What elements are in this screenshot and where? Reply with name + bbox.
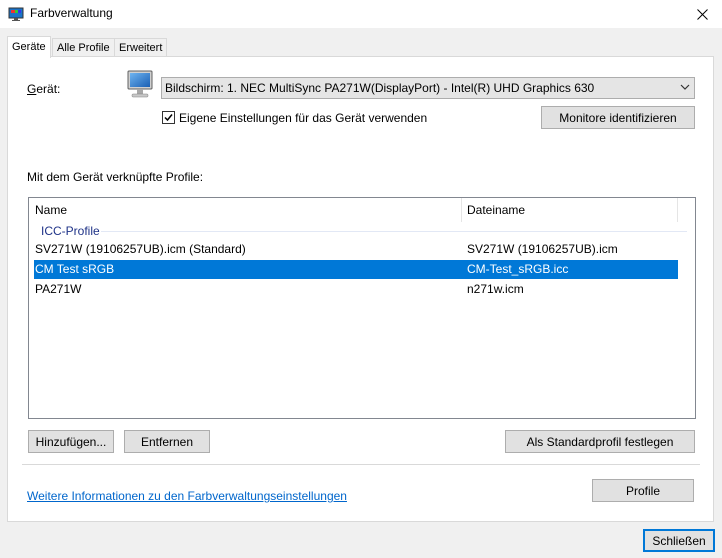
use-own-settings-checkbox[interactable] xyxy=(162,111,175,124)
profile-name: PA271W xyxy=(35,282,82,296)
chevron-down-icon xyxy=(680,84,690,90)
group-label-icc: ICC-Profile xyxy=(41,224,100,238)
profiles-list[interactable]: Name Dateiname ICC-Profile SV271W (19106… xyxy=(28,197,696,419)
remove-profile-button[interactable]: Entfernen xyxy=(124,430,210,453)
checkmark-icon xyxy=(164,114,173,122)
profile-filename: n271w.icm xyxy=(467,282,524,296)
table-row[interactable]: SV271W (19106257UB).icm (Standard) SV271… xyxy=(34,240,678,259)
column-header-name[interactable]: Name xyxy=(29,198,461,222)
device-select[interactable]: Bildschirm: 1. NEC MultiSync PA271W(Disp… xyxy=(161,77,695,99)
tab-geraete[interactable]: Geräte xyxy=(7,36,51,58)
use-own-settings-label[interactable]: Eigene Einstellungen für das Gerät verwe… xyxy=(179,111,427,125)
monitor-icon xyxy=(127,70,153,98)
profile-name: SV271W (19106257UB).icm (Standard) xyxy=(35,242,246,256)
table-row-selected[interactable]: CM Test sRGB CM-Test_sRGB.icc xyxy=(34,260,678,279)
profile-filename: CM-Test_sRGB.icc xyxy=(467,262,569,276)
close-icon xyxy=(696,8,708,20)
profile-filename: SV271W (19106257UB).icm xyxy=(467,242,618,256)
column-header-filename[interactable]: Dateiname xyxy=(461,198,677,222)
section-divider xyxy=(22,464,700,465)
window-close-button[interactable] xyxy=(682,0,722,28)
set-default-profile-button[interactable]: Als Standardprofil festlegen xyxy=(505,430,695,453)
tab-alle-profile[interactable]: Alle Profile xyxy=(52,38,115,57)
tab-erweitert[interactable]: Erweitert xyxy=(114,38,168,57)
window-title: Farbverwaltung xyxy=(30,6,113,20)
table-row[interactable]: PA271W n271w.icm xyxy=(34,280,678,299)
device-select-value: Bildschirm: 1. NEC MultiSync PA271W(Disp… xyxy=(165,81,595,95)
color-management-icon xyxy=(8,7,24,21)
tab-panel-geraete: Gerät: Bildschirm: 1. NEC MultiSync PA27… xyxy=(7,56,714,522)
title-bar: Farbverwaltung xyxy=(0,0,722,28)
associated-profiles-label: Mit dem Gerät verknüpfte Profile: xyxy=(27,170,204,184)
column-separator[interactable] xyxy=(677,198,678,222)
close-button[interactable]: Schließen xyxy=(643,529,715,552)
add-profile-button[interactable]: Hinzufügen... xyxy=(28,430,114,453)
device-label: Gerät: xyxy=(27,82,61,96)
profile-button[interactable]: Profile xyxy=(592,479,694,502)
profile-name: CM Test sRGB xyxy=(35,262,115,276)
group-divider xyxy=(101,231,687,232)
identify-monitors-button[interactable]: Monitore identifizieren xyxy=(541,106,695,129)
more-info-link[interactable]: Weitere Informationen zu den Farbverwalt… xyxy=(27,489,347,503)
